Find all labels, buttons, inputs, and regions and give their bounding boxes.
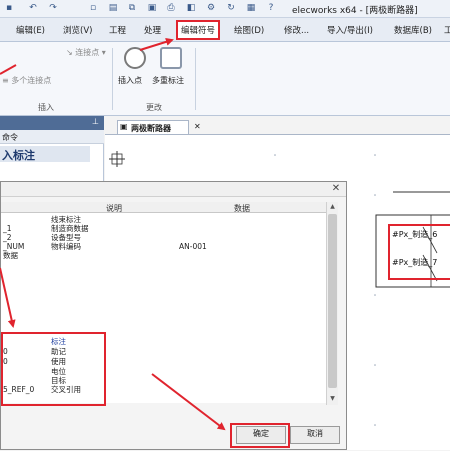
annotation-arrows bbox=[0, 37, 226, 431]
arrow-partial bbox=[0, 64, 17, 75]
arrow-to-ok bbox=[151, 373, 226, 431]
arrow-to-menu bbox=[139, 37, 174, 51]
arrow-to-rows bbox=[0, 267, 16, 328]
